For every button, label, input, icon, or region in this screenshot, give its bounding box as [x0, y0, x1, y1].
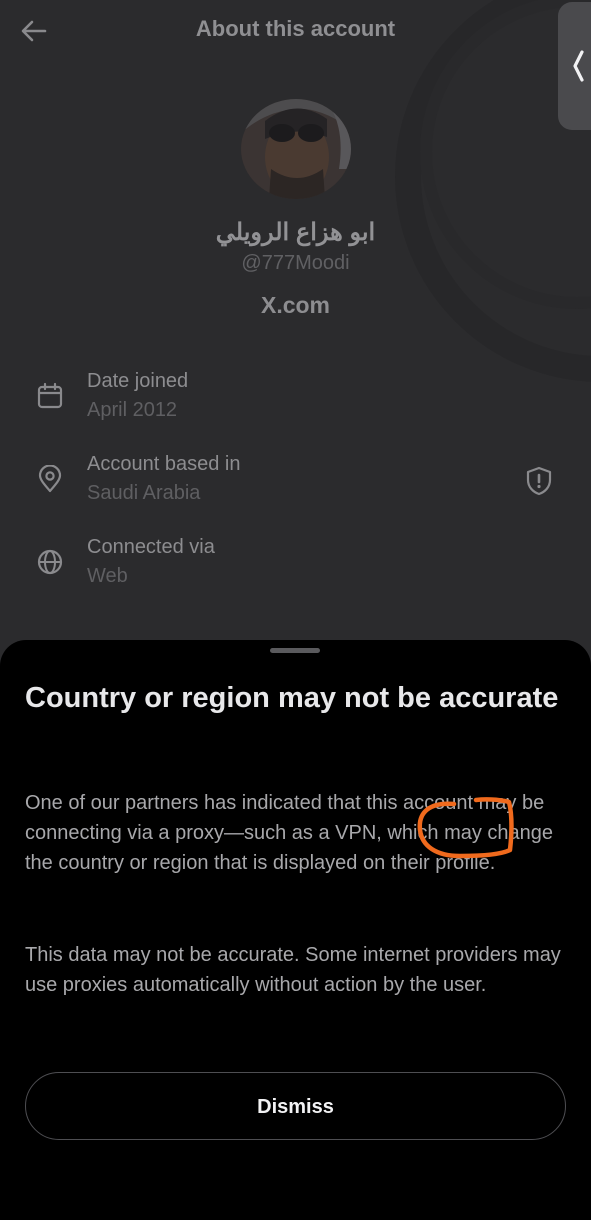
sheet-paragraph-proxy: One of our partners has indicated that t… — [25, 792, 554, 874]
side-panel-handle[interactable] — [558, 2, 591, 130]
info-row-date-joined: Date joined April 2012 — [0, 370, 591, 430]
chevron-left-icon — [573, 50, 584, 82]
account-based-in-value: Saudi Arabia — [87, 482, 201, 504]
dismiss-button[interactable]: Dismiss — [25, 1072, 566, 1140]
date-joined-value: April 2012 — [87, 399, 178, 421]
username-handle: @777Moodi — [241, 252, 350, 274]
x-domain-label: X.com — [260, 292, 331, 318]
account-based-in-label: Account based in — [87, 453, 241, 475]
date-joined-label: Date joined — [87, 370, 189, 392]
sheet-grabber-handle[interactable] — [270, 648, 320, 653]
sheet-title: Country or region may not be accurate — [25, 682, 559, 714]
bottom-sheet: Country or region may not be accurate On… — [0, 640, 591, 1220]
page-title: About this account — [195, 16, 396, 41]
display-name: ابو هزاع الرويلي — [215, 219, 376, 246]
connected-via-value: Web — [87, 565, 128, 587]
info-row-account-based-in: Account based in Saudi Arabia — [0, 453, 591, 513]
connected-via-label: Connected via — [87, 536, 215, 558]
info-row-connected-via: Connected via Web — [0, 536, 591, 596]
globe-icon — [37, 549, 63, 575]
sheet-paragraph-accuracy: This data may not be accurate. Some inte… — [25, 944, 561, 996]
location-pin-icon — [38, 465, 62, 493]
shield-alert-icon — [526, 466, 552, 496]
calendar-icon — [37, 382, 63, 409]
shield-info-button[interactable] — [524, 465, 554, 497]
avatar — [241, 99, 351, 199]
avatar-photo — [241, 99, 351, 199]
